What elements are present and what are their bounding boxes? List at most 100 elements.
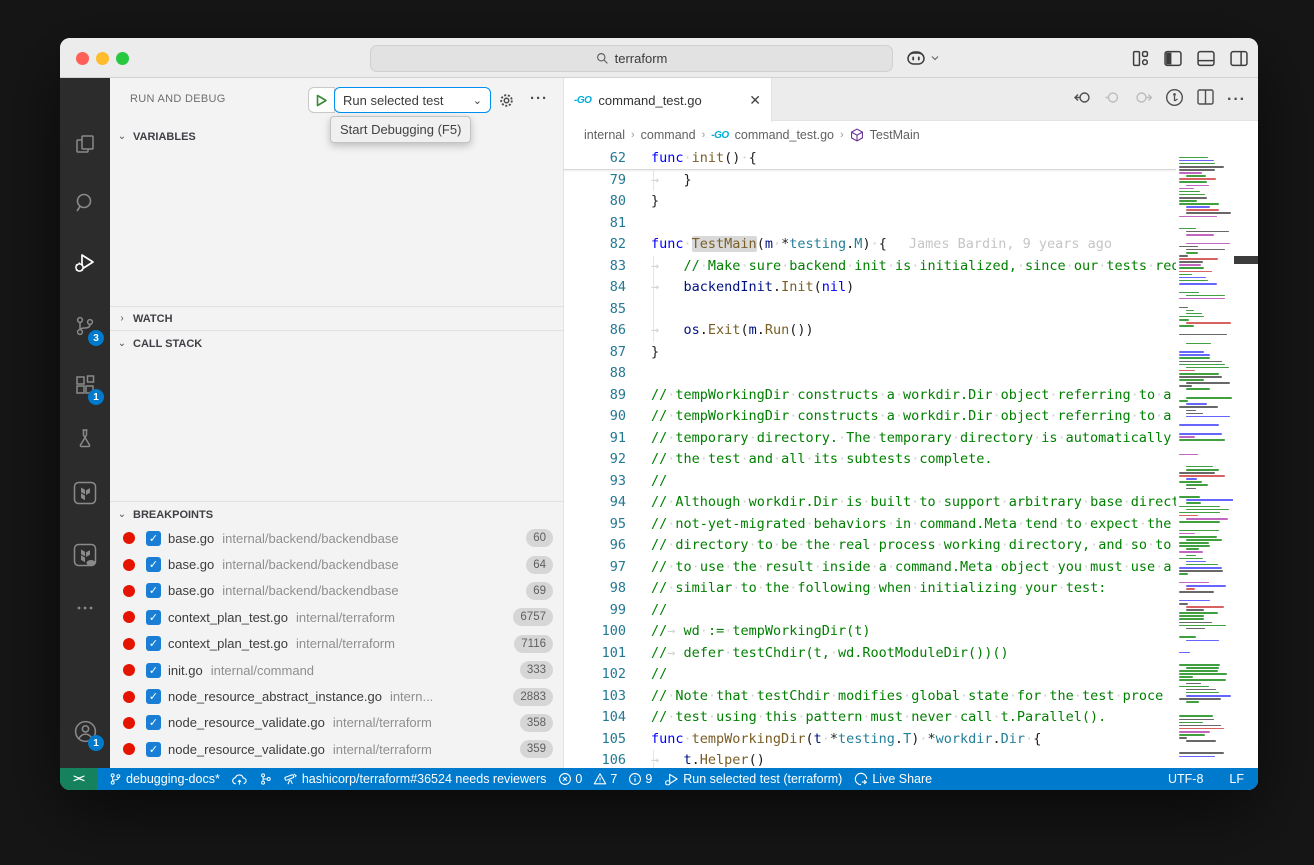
timeline-icon[interactable] bbox=[1165, 88, 1184, 112]
code-line-100[interactable]: 100//→ wd·:=·tempWorkingDir(t) bbox=[564, 621, 1176, 643]
start-debugging-button[interactable] bbox=[308, 87, 335, 113]
command-center-search[interactable]: terraform bbox=[370, 45, 893, 72]
breakpoint-checkbox[interactable]: ✓ bbox=[146, 583, 161, 598]
close-tab-icon[interactable]: ✕ bbox=[749, 92, 761, 109]
code-line-82[interactable]: 82func·TestMain(m·*testing.M)·{James Bar… bbox=[564, 234, 1176, 256]
close-window-button[interactable] bbox=[76, 52, 89, 65]
code-line-97[interactable]: 97//·to·use·the·result·inside·a·command.… bbox=[564, 557, 1176, 579]
configure-launch-button[interactable] bbox=[498, 92, 515, 114]
code-line-99[interactable]: 99// bbox=[564, 600, 1176, 622]
code-line-90[interactable]: 90//·tempWorkingDir·constructs·a·workdir… bbox=[564, 406, 1176, 428]
code-line-93[interactable]: 93// bbox=[564, 471, 1176, 493]
code-line-84[interactable]: 84→ backendInit.Init(nil) bbox=[564, 277, 1176, 299]
breakpoint-checkbox[interactable]: ✓ bbox=[146, 610, 161, 625]
watch-section-header[interactable]: › WATCH bbox=[110, 307, 563, 330]
breakpoint-row[interactable]: ✓context_plan_test.gointernal/terraform7… bbox=[110, 631, 563, 657]
code-line-96[interactable]: 96//·directory·to·be·the·real·process·wo… bbox=[564, 535, 1176, 557]
tab-label: command_test.go bbox=[598, 93, 701, 108]
remote-indicator[interactable]: >< bbox=[60, 768, 97, 790]
code-line-89[interactable]: 89//·tempWorkingDir·constructs·a·workdir… bbox=[564, 385, 1176, 407]
activity-extensions[interactable]: 1 bbox=[60, 365, 110, 405]
split-editor-icon[interactable] bbox=[1197, 89, 1214, 110]
breakpoint-row[interactable]: ✓node_resource_validate.gointernal/terra… bbox=[110, 736, 563, 762]
views-more-actions-button[interactable]: ··· bbox=[530, 90, 548, 107]
scrollbar-gutter[interactable] bbox=[1233, 148, 1258, 768]
code-line-94[interactable]: 94//·Although·workdir.Dir·is·built·to·su… bbox=[564, 492, 1176, 514]
code-line-79[interactable]: 79→ } bbox=[564, 170, 1176, 192]
tab-command-test-go[interactable]: ‑GO command_test.go ✕ bbox=[564, 78, 772, 122]
breakpoint-row[interactable]: ✓context_plan_test.gointernal/terraform6… bbox=[110, 604, 563, 630]
code-line-104[interactable]: 104//·test·using·this·pattern·must·never… bbox=[564, 707, 1176, 729]
code-line-85[interactable]: 85 bbox=[564, 299, 1176, 321]
activity-hcp-terraform[interactable] bbox=[60, 535, 110, 575]
breakpoints-section-header[interactable]: ⌄ BREAKPOINTS bbox=[110, 503, 563, 526]
code-line-62[interactable]: 62func·init()·{ bbox=[564, 148, 1176, 170]
problems-status-item[interactable]: 0 7 9 bbox=[558, 772, 652, 786]
breakpoint-checkbox[interactable]: ✓ bbox=[146, 689, 161, 704]
breakpoint-checkbox[interactable]: ✓ bbox=[146, 742, 161, 757]
branch-status-item[interactable]: debugging-docs* bbox=[109, 772, 220, 786]
zoom-window-button[interactable] bbox=[116, 52, 129, 65]
breakpoint-checkbox[interactable]: ✓ bbox=[146, 636, 161, 651]
activity-more[interactable] bbox=[60, 588, 110, 628]
sync-changes-item[interactable] bbox=[232, 773, 247, 786]
code-line-101[interactable]: 101//→ defer·testChdir(t,·wd.RootModuleD… bbox=[564, 643, 1176, 665]
code-line-87[interactable]: 87} bbox=[564, 342, 1176, 364]
accounts-button[interactable]: 1 bbox=[60, 711, 110, 751]
activity-explorer[interactable] bbox=[60, 125, 110, 165]
activity-run-and-debug[interactable] bbox=[60, 243, 110, 283]
editor-more-actions-icon[interactable]: ··· bbox=[1227, 91, 1246, 109]
code-editor[interactable]: 62func·init()·{79→ }80}8182func·TestMain… bbox=[564, 148, 1176, 768]
code-line-88[interactable]: 88 bbox=[564, 363, 1176, 385]
activity-source-control[interactable]: 3 bbox=[60, 306, 110, 346]
breakpoint-checkbox[interactable]: ✓ bbox=[146, 531, 161, 546]
breadcrumb-symbol[interactable]: TestMain bbox=[870, 128, 920, 142]
code-line-103[interactable]: 103//·Note·that·testChdir·modifies·globa… bbox=[564, 686, 1176, 708]
minimap[interactable] bbox=[1176, 148, 1233, 768]
launch-configuration-dropdown[interactable]: Run selected test ⌄ bbox=[334, 87, 491, 113]
copilot-menu[interactable] bbox=[905, 38, 939, 78]
live-share-status-item[interactable]: Live Share bbox=[854, 772, 932, 786]
activity-search[interactable] bbox=[60, 183, 110, 223]
toggle-secondary-sidebar-button[interactable] bbox=[1230, 50, 1248, 67]
code-line-92[interactable]: 92//·the·test·and·all·its·subtests·compl… bbox=[564, 449, 1176, 471]
code-line-98[interactable]: 98//·similar·to·the·following·when·initi… bbox=[564, 578, 1176, 600]
breadcrumb-command[interactable]: command bbox=[641, 128, 696, 142]
breakpoint-row[interactable]: ✓node_resource_validate.gointernal/terra… bbox=[110, 710, 563, 736]
remote-icon: >< bbox=[73, 773, 84, 785]
breakpoint-row[interactable]: ✓base.gointernal/backend/backendbase69 bbox=[110, 578, 563, 604]
encoding-status-item[interactable]: UTF-8 bbox=[1168, 772, 1203, 786]
code-line-80[interactable]: 80} bbox=[564, 191, 1176, 213]
run-task-status-item[interactable]: Run selected test (terraform) bbox=[664, 772, 842, 786]
code-line-81[interactable]: 81 bbox=[564, 213, 1176, 235]
activity-testing[interactable] bbox=[60, 418, 110, 458]
code-line-83[interactable]: 83→ //·Make·sure·backend·init·is·initial… bbox=[564, 256, 1176, 278]
code-line-106[interactable]: 106→ t.Helper() bbox=[564, 750, 1176, 768]
code-line-91[interactable]: 91//·temporary·directory.·The·temporary·… bbox=[564, 428, 1176, 450]
breakpoint-checkbox[interactable]: ✓ bbox=[146, 715, 161, 730]
minimize-window-button[interactable] bbox=[96, 52, 109, 65]
breakpoint-row[interactable]: ✓base.gointernal/backend/backendbase64 bbox=[110, 551, 563, 577]
code-line-105[interactable]: 105func·tempWorkingDir(t·*testing.T)·*wo… bbox=[564, 729, 1176, 751]
navigate-back-icon[interactable] bbox=[1074, 90, 1092, 110]
toggle-panel-button[interactable] bbox=[1197, 50, 1215, 67]
eol-status-item[interactable]: LF bbox=[1229, 772, 1244, 786]
breadcrumb-internal[interactable]: internal bbox=[584, 128, 625, 142]
code-line-86[interactable]: 86→ os.Exit(m.Run()) bbox=[564, 320, 1176, 342]
navigate-previous-icon[interactable] bbox=[1105, 90, 1121, 110]
call-stack-section-header[interactable]: ⌄ CALL STACK bbox=[110, 332, 563, 355]
code-line-102[interactable]: 102// bbox=[564, 664, 1176, 686]
breakpoint-row[interactable]: ✓base.gointernal/backend/backendbase60 bbox=[110, 525, 563, 551]
activity-terraform[interactable] bbox=[60, 473, 110, 513]
breakpoint-row[interactable]: ✓node_resource_abstract_instance.gointer… bbox=[110, 683, 563, 709]
source-control-graph-item[interactable] bbox=[259, 772, 272, 786]
breakpoint-checkbox[interactable]: ✓ bbox=[146, 557, 161, 572]
toggle-primary-sidebar-button[interactable] bbox=[1164, 50, 1182, 67]
customize-layout-button[interactable] bbox=[1132, 50, 1149, 67]
navigate-forward-icon[interactable] bbox=[1134, 90, 1152, 110]
code-line-95[interactable]: 95//·not-yet-migrated·behaviors·in·comma… bbox=[564, 514, 1176, 536]
pull-request-status-item[interactable]: hashicorp/terraform#36524 needs reviewer… bbox=[284, 772, 547, 786]
breakpoint-row[interactable]: ✓init.gointernal/command333 bbox=[110, 657, 563, 683]
breakpoint-checkbox[interactable]: ✓ bbox=[146, 663, 161, 678]
breadcrumb-file[interactable]: command_test.go bbox=[735, 128, 834, 142]
